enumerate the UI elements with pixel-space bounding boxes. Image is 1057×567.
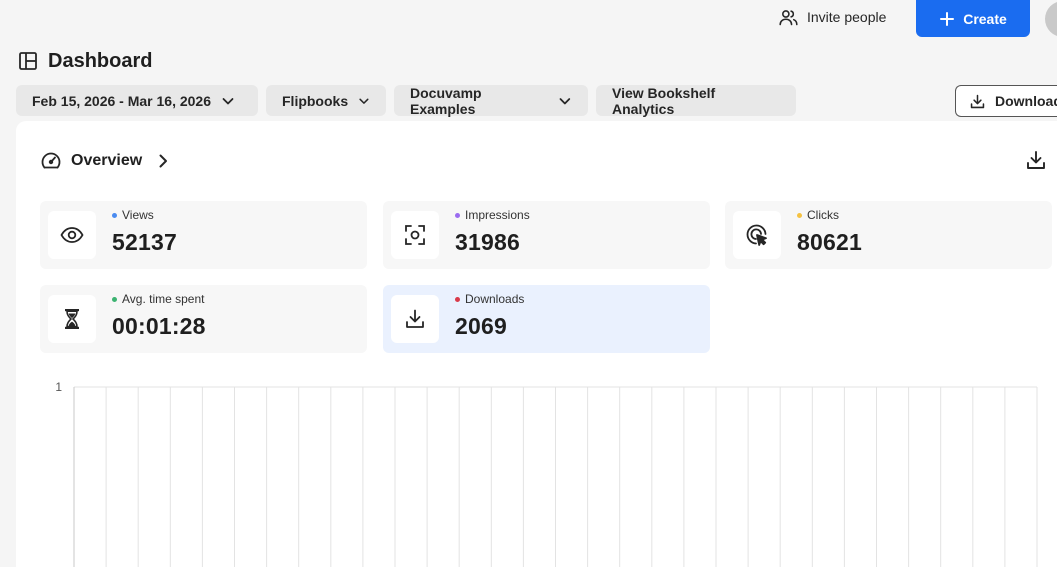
card-icon-box xyxy=(48,295,96,343)
view-bookshelf-analytics-label: View Bookshelf Analytics xyxy=(612,84,716,117)
stat-label: Downloads xyxy=(455,292,524,306)
page-title-text: Dashboard xyxy=(48,49,153,72)
stat-label-text: Clicks xyxy=(807,208,839,222)
bookshelf-select[interactable]: Docuvamp Examples xyxy=(394,84,588,117)
overview-download-button[interactable] xyxy=(1025,149,1047,171)
legend-dot xyxy=(455,212,460,218)
invite-people-button[interactable]: Invite people xyxy=(778,4,886,30)
stat-value: 80621 xyxy=(797,229,862,255)
overview-chart: 1 xyxy=(55,380,1038,567)
card-icon-box xyxy=(391,211,439,259)
stat-card-clicks[interactable]: Clicks 80621 xyxy=(725,201,1052,269)
download-icon xyxy=(1027,151,1045,169)
top-bar: Invite people Create xyxy=(0,0,1057,40)
legend-dot xyxy=(797,212,802,218)
card-icon-box xyxy=(391,295,439,343)
stat-card-avg-time[interactable]: Avg. time spent 00:01:28 xyxy=(40,285,367,353)
cursor-click-icon xyxy=(746,224,767,246)
stat-label: Views xyxy=(112,208,154,222)
stat-value: 52137 xyxy=(112,229,177,255)
stat-value: 2069 xyxy=(455,313,507,339)
plus-icon xyxy=(940,11,955,26)
content-type-label: Flipbooks xyxy=(282,92,349,109)
date-range-select[interactable]: Feb 15, 2026 - Mar 16, 2026 xyxy=(16,85,258,116)
stat-label: Impressions xyxy=(455,208,530,222)
chevron-down-icon xyxy=(222,97,234,104)
chevron-down-icon xyxy=(559,97,571,104)
legend-dot xyxy=(112,212,117,218)
create-label: Create xyxy=(963,10,1007,27)
legend-dot xyxy=(455,296,460,302)
gauge-icon xyxy=(41,152,61,169)
stat-label-text: Views xyxy=(122,208,154,222)
dashboard-layout-icon xyxy=(19,52,37,70)
chevron-right-icon xyxy=(159,154,168,168)
overview-link[interactable]: Overview xyxy=(40,149,171,173)
content-type-select[interactable]: Flipbooks xyxy=(266,85,386,116)
stat-label-text: Downloads xyxy=(465,292,525,306)
download-icon xyxy=(970,94,985,108)
download-label: Download xyxy=(995,93,1057,109)
card-icon-box xyxy=(48,211,96,259)
view-bookshelf-analytics-button[interactable]: View Bookshelf Analytics xyxy=(596,84,796,117)
card-icon-box xyxy=(733,211,781,259)
eye-icon xyxy=(60,227,84,243)
stat-label-text: Impressions xyxy=(465,208,530,222)
create-button[interactable]: Create xyxy=(916,0,1030,37)
download-icon xyxy=(406,309,424,328)
scan-icon xyxy=(405,225,425,245)
stat-value: 00:01:28 xyxy=(112,313,206,339)
page-title: Dashboard xyxy=(18,48,152,74)
hourglass-icon xyxy=(65,309,79,329)
stat-card-impressions[interactable]: Impressions 31986 xyxy=(383,201,710,269)
bookshelf-label: Docuvamp Examples xyxy=(410,84,482,117)
date-range-label: Feb 15, 2026 - Mar 16, 2026 xyxy=(32,92,211,109)
legend-dot xyxy=(112,296,117,302)
download-button[interactable]: Download xyxy=(955,85,1057,117)
chart-y-tick-label: 1 xyxy=(55,380,62,394)
chevron-down-icon xyxy=(359,98,369,104)
avatar[interactable] xyxy=(1045,1,1057,37)
stat-label: Avg. time spent xyxy=(112,292,205,306)
overview-panel: Overview Views 52137 Impressions 31986 C… xyxy=(16,121,1057,567)
stat-card-downloads[interactable]: Downloads 2069 xyxy=(383,285,710,353)
people-icon xyxy=(779,9,798,25)
stat-label: Clicks xyxy=(797,208,839,222)
stat-label-text: Avg. time spent xyxy=(122,292,205,306)
invite-people-label: Invite people xyxy=(807,9,887,25)
stat-card-views[interactable]: Views 52137 xyxy=(40,201,367,269)
overview-title: Overview xyxy=(71,152,143,169)
stat-value: 31986 xyxy=(455,229,520,255)
